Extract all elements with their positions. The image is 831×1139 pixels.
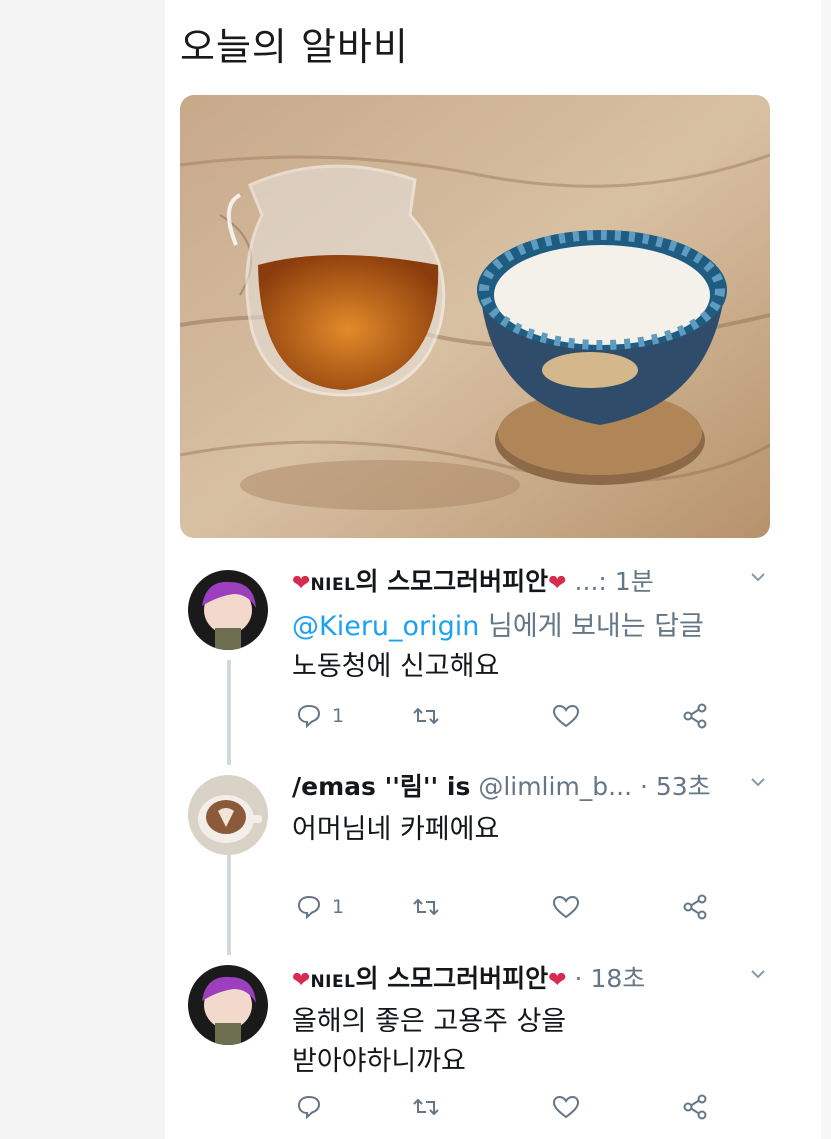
page-margin-right [821, 0, 831, 1139]
avatar[interactable] [188, 570, 268, 650]
share-icon [683, 703, 707, 729]
reply-button[interactable] [296, 1092, 332, 1122]
reply-count: 1 [332, 705, 345, 727]
tea-photo[interactable] [180, 95, 770, 538]
tweet-text-line: 노동청에 신고해요 [292, 651, 500, 682]
reply-button[interactable]: 1 [296, 892, 344, 922]
reply-count: 1 [332, 896, 345, 918]
retweet-button[interactable] [412, 701, 440, 731]
tweet-text: 노동청에 신고해요 [292, 647, 499, 687]
timestamp[interactable]: 18초 [590, 964, 645, 993]
username[interactable]: @limlim_b... [478, 772, 632, 801]
tweet-text-line: 어머님네 카페에요 [292, 814, 500, 845]
like-button[interactable] [552, 892, 580, 922]
display-name[interactable]: 의 스모그러버피안 [355, 567, 548, 596]
heart-emoji-icon: ❤ [292, 968, 311, 993]
share-button[interactable] [682, 701, 710, 731]
tweet-text: 어머님네 카페에요 [292, 810, 499, 850]
like-button[interactable] [552, 1092, 580, 1122]
share-button[interactable] [682, 1092, 710, 1122]
like-icon [552, 895, 580, 919]
tweet[interactable]: ❤NIEL의 스모그러버피안❤ · 18초 올해의 좋은 고용주 상을 받아야하… [180, 962, 765, 1132]
avatar[interactable] [188, 965, 268, 1045]
display-name-badge[interactable]: NIEL [310, 972, 355, 992]
tweet-header: ❤NIEL의 스모그러버피안❤ ...: 1분 [292, 565, 654, 602]
retweet-icon [413, 707, 439, 725]
like-icon [552, 704, 580, 728]
reply-mention[interactable]: @Kieru_origin [292, 611, 479, 642]
post-caption: 오늘의 알바비 [180, 25, 409, 69]
share-button[interactable] [682, 892, 710, 922]
display-name[interactable]: 의 스모그러버피안 [355, 964, 548, 993]
like-icon [552, 1095, 580, 1119]
tweet-text: 올해의 좋은 고용주 상을 받아야하니까요 [292, 1002, 566, 1082]
like-button[interactable] [552, 701, 580, 731]
heart-emoji-icon: ❤ [548, 968, 567, 993]
display-name-badge[interactable]: NIEL [310, 575, 355, 595]
separator: · [639, 772, 648, 801]
reply-icon [297, 1095, 321, 1120]
username[interactable]: ... [575, 567, 599, 596]
share-icon [683, 894, 707, 920]
tweet[interactable]: /emas ''림'' is @limlim_b... · 53초 어머님네 카… [180, 770, 765, 940]
retweet-button[interactable] [412, 1092, 440, 1122]
separator: · [574, 964, 583, 993]
chevron-down-icon[interactable] [748, 567, 768, 587]
avatar[interactable] [188, 775, 268, 855]
tweet[interactable]: ❤NIEL의 스모그러버피안❤ ...: 1분 @Kieru_origin 님에… [180, 565, 765, 740]
tweet-text-line: 받아야하니까요 [292, 1046, 466, 1077]
chevron-down-icon[interactable] [748, 964, 768, 984]
tweet-header: ❤NIEL의 스모그러버피안❤ · 18초 [292, 962, 645, 999]
share-icon [683, 1094, 707, 1120]
tweet-actions [292, 1092, 732, 1122]
reply-icon [297, 895, 321, 920]
reply-to-label: 님에게 보내는 답글 [479, 611, 704, 642]
tweet-header: /emas ''림'' is @limlim_b... · 53초 [292, 770, 711, 804]
chevron-down-icon[interactable] [748, 772, 768, 792]
tweet-actions: 1 [292, 701, 732, 731]
heart-emoji-icon: ❤ [548, 571, 567, 596]
separator: : [598, 567, 615, 596]
reply-to-line: @Kieru_origin 님에게 보내는 답글 [292, 607, 704, 647]
reply-icon [297, 704, 321, 729]
tweet-text-line: 올해의 좋은 고용주 상을 [292, 1006, 567, 1037]
retweet-icon [413, 898, 439, 916]
retweet-button[interactable] [412, 892, 440, 922]
heart-emoji-icon: ❤ [292, 571, 311, 596]
retweet-icon [413, 1098, 439, 1116]
page-margin-left [0, 0, 165, 1139]
reply-button[interactable]: 1 [296, 701, 344, 731]
timestamp[interactable]: 1분 [615, 567, 654, 596]
tweet-actions: 1 [292, 892, 732, 922]
display-name[interactable]: /emas ''림'' is [292, 772, 470, 801]
timestamp[interactable]: 53초 [656, 772, 711, 801]
